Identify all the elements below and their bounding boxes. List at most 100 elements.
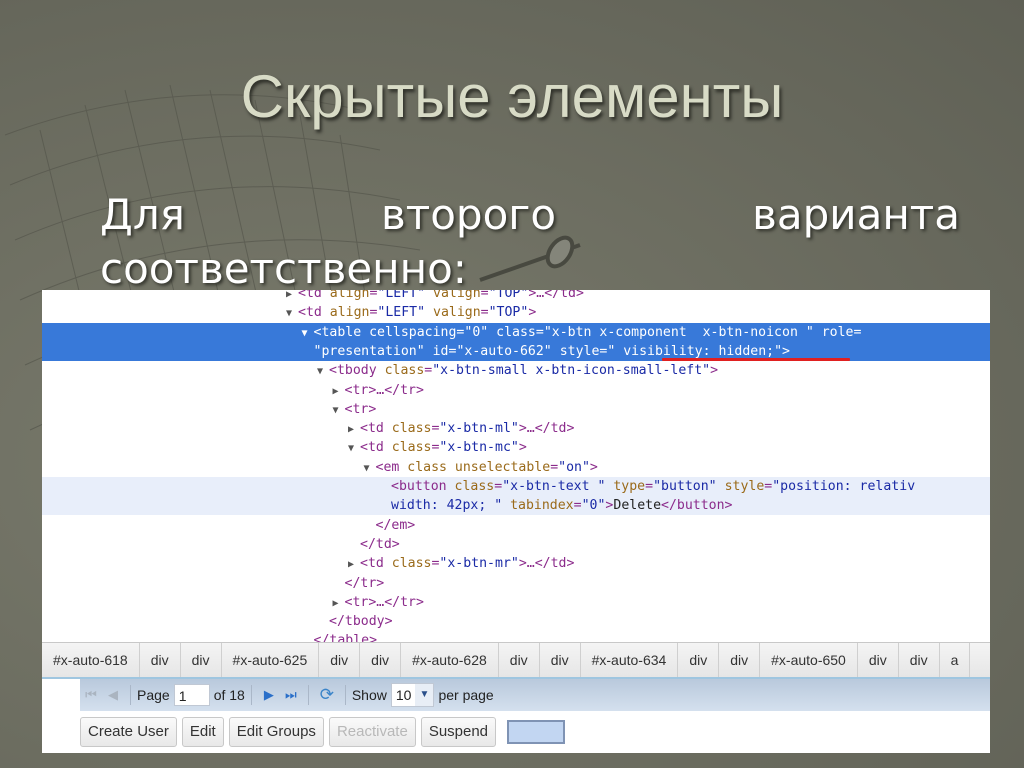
breadcrumb-item[interactable]: div bbox=[719, 643, 761, 677]
code-tag: <td bbox=[298, 290, 330, 301]
collapse-toggle-icon[interactable]: ▶ bbox=[333, 594, 345, 613]
breadcrumb-item[interactable]: div bbox=[540, 643, 581, 677]
dom-tree-line[interactable]: ▼ <em class unselectable="on"> bbox=[42, 458, 990, 477]
last-page-icon[interactable]: ⏭ bbox=[280, 687, 302, 703]
code-tag: <em bbox=[375, 459, 408, 475]
collapse-toggle-icon[interactable]: ▶ bbox=[333, 382, 345, 401]
code-val: "0" bbox=[464, 324, 489, 340]
expand-toggle-icon[interactable]: ▼ bbox=[317, 362, 329, 381]
code-val: "x-btn x-component x-btn-noicon " bbox=[543, 324, 814, 340]
breadcrumb-item[interactable]: div bbox=[899, 643, 940, 677]
dom-tree-line[interactable]: ▼ <tbody class="x-btn-small x-btn-icon-sm… bbox=[42, 361, 990, 380]
subtitle-line-2: соответственно: bbox=[100, 244, 467, 293]
breadcrumb-item[interactable]: #x-auto-625 bbox=[222, 643, 320, 677]
dom-tree-line[interactable]: ▼ <table cellspacing="0" class="x-btn x-c… bbox=[42, 322, 990, 343]
collapse-toggle-icon[interactable]: ▶ bbox=[286, 290, 298, 304]
code-tag: = bbox=[480, 290, 489, 301]
dom-tree-line[interactable]: width: 42px; " tabindex="0">Delete</butt… bbox=[42, 496, 990, 516]
breadcrumb-item[interactable]: a bbox=[940, 643, 971, 677]
code-tag: = bbox=[550, 459, 559, 475]
code-attr: style bbox=[559, 343, 600, 359]
code-tag: <button bbox=[391, 479, 455, 494]
dom-tree-line[interactable]: </td> bbox=[42, 535, 990, 554]
breadcrumb-item[interactable]: div bbox=[140, 643, 181, 677]
dom-tree-line[interactable]: </tbody> bbox=[42, 612, 990, 631]
page-number-input[interactable]: 1 bbox=[173, 684, 210, 706]
chevron-down-icon[interactable]: ▼ bbox=[415, 684, 434, 706]
code-tag: > bbox=[528, 305, 537, 321]
user-actions-toolbar: Create User Edit Edit Groups Reactivate … bbox=[80, 717, 566, 747]
breadcrumb-item[interactable]: #x-auto-618 bbox=[42, 643, 140, 677]
breadcrumb-item[interactable]: div bbox=[360, 643, 402, 677]
collapse-toggle-icon[interactable]: ▶ bbox=[348, 420, 360, 439]
code-tag: > bbox=[589, 459, 598, 475]
next-page-icon[interactable]: ▶ bbox=[258, 687, 280, 703]
code-tag: </em> bbox=[375, 517, 416, 533]
first-page-icon[interactable]: ⏮ bbox=[80, 687, 102, 703]
expand-toggle-icon[interactable]: ▼ bbox=[333, 401, 345, 420]
breadcrumb-item[interactable]: div bbox=[181, 643, 222, 677]
page-size-select[interactable]: 10 ▼ bbox=[390, 683, 435, 707]
dom-tree-line[interactable]: ▼ <td class="x-btn-mc"> bbox=[42, 438, 990, 457]
collapse-toggle-icon[interactable]: ▶ bbox=[348, 555, 360, 574]
code-attr: tabindex bbox=[510, 498, 574, 514]
code-tag: <td bbox=[360, 440, 392, 456]
breadcrumb-item[interactable]: div bbox=[858, 643, 899, 677]
create-user-button[interactable]: Create User bbox=[80, 717, 177, 747]
expand-toggle-icon[interactable]: ▼ bbox=[302, 324, 314, 343]
code-attr: role bbox=[821, 324, 854, 340]
devtools-breadcrumb-bar: #x-auto-618 div div #x-auto-625 div div #x-aut… bbox=[42, 642, 990, 680]
page-size-value: 10 bbox=[395, 687, 412, 703]
devtools-elements-panel[interactable]: ▶ <td align="LEFT" valign="TOP">…</td> ▼ <t… bbox=[42, 290, 990, 642]
edit-groups-button[interactable]: Edit Groups bbox=[228, 717, 324, 747]
breadcrumb-item[interactable]: #x-auto-650 bbox=[760, 643, 858, 677]
code-tag: = bbox=[480, 305, 489, 321]
code-tag: = bbox=[853, 324, 862, 340]
code-attr: class bbox=[454, 479, 495, 494]
separator bbox=[344, 685, 346, 705]
expand-toggle-icon[interactable]: ▼ bbox=[348, 439, 360, 458]
pagination-toolbar: ⏮ ◀ Page 1 of 18 ▶ ⏭ ⟳ Show 10 ▼ per pag… bbox=[80, 679, 990, 711]
breadcrumb-item[interactable]: div bbox=[499, 643, 540, 677]
dom-tree-line[interactable]: ▶ <td align="LEFT" valign="TOP">…</td> bbox=[42, 290, 990, 303]
dom-tree-line[interactable]: <button class="x-btn-text " type="button… bbox=[42, 477, 990, 496]
code-tag bbox=[814, 325, 822, 340]
code-attr: class bbox=[391, 556, 432, 572]
dom-tree-line[interactable]: ▼ <td align="LEFT" valign="TOP"> bbox=[42, 303, 990, 322]
code-tag: > bbox=[710, 363, 719, 379]
hidden-delete-button-area[interactable] bbox=[507, 720, 566, 744]
code-val: "x-btn-mc" bbox=[439, 440, 519, 456]
expand-toggle-icon[interactable]: ▼ bbox=[286, 304, 298, 323]
code-val: "button" bbox=[653, 479, 717, 494]
breadcrumb-item[interactable]: div bbox=[319, 643, 361, 677]
dom-tree-line[interactable]: ▼ <tr> bbox=[42, 400, 990, 419]
slide-title: Скрытые элементы bbox=[240, 63, 784, 130]
code-attr: cellspacing bbox=[369, 324, 457, 340]
dom-tree-line[interactable]: ▶ <td class="x-btn-ml">…</td> bbox=[42, 419, 990, 438]
code-tag: <table bbox=[313, 324, 370, 340]
code-val: "LEFT" bbox=[377, 305, 426, 321]
expand-toggle-icon[interactable]: ▼ bbox=[364, 459, 376, 478]
edit-button[interactable]: Edit bbox=[181, 717, 224, 747]
dom-tree-line[interactable]: ▶ <tr>…</tr> bbox=[42, 593, 990, 612]
code-tag: <tbody bbox=[329, 363, 385, 379]
dom-tree-line[interactable]: ▶ <tr>…</tr> bbox=[42, 381, 990, 400]
subtitle-word: варианта bbox=[752, 190, 960, 239]
suspend-button[interactable]: Suspend bbox=[420, 717, 497, 747]
dom-tree-line[interactable]: ▶ <td class="x-btn-mr">…</td> bbox=[42, 554, 990, 573]
breadcrumb-item[interactable]: #x-auto-628 bbox=[401, 643, 499, 677]
dom-tree-line[interactable]: </em> bbox=[42, 516, 990, 535]
reactivate-button[interactable]: Reactivate bbox=[328, 717, 416, 747]
code-tag: >…</td> bbox=[518, 556, 575, 572]
breadcrumb-item[interactable]: #x-auto-634 bbox=[581, 643, 679, 677]
code-txt: Delete bbox=[613, 498, 662, 514]
code-tag: > bbox=[782, 343, 790, 359]
code-val: width: 42px; " bbox=[391, 498, 503, 514]
dom-tree-line[interactable]: </tr> bbox=[42, 574, 990, 593]
dom-tree-line[interactable]: </table> bbox=[42, 631, 990, 642]
code-attr: class bbox=[391, 421, 432, 437]
code-tag: <tr> bbox=[344, 401, 377, 417]
refresh-icon[interactable]: ⟳ bbox=[315, 685, 339, 705]
prev-page-icon[interactable]: ◀ bbox=[102, 687, 124, 703]
breadcrumb-item[interactable]: div bbox=[678, 643, 720, 677]
